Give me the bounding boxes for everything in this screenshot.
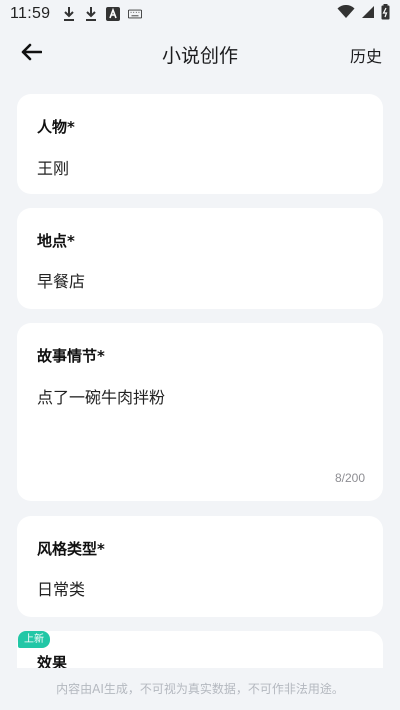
plot-label: 故事情节* bbox=[37, 347, 105, 365]
disclaimer-text: 内容由AI生成，不可视为真实数据，不可作非法用途。 bbox=[0, 668, 400, 710]
history-button[interactable]: 历史 bbox=[350, 43, 382, 67]
plot-textarea[interactable]: 点了一碗牛肉拌粉 bbox=[37, 384, 357, 408]
page-title: 小说创作 bbox=[161, 44, 238, 67]
status-icons-right bbox=[337, 4, 390, 24]
style-card: 风格类型* 日常类 bbox=[17, 516, 383, 617]
status-time: 11:59 bbox=[10, 5, 51, 22]
cellular-signal-icon bbox=[361, 5, 375, 23]
battery-icon bbox=[381, 4, 390, 24]
character-label: 人物* bbox=[37, 118, 75, 136]
character-card: 人物* 王刚 bbox=[17, 94, 383, 194]
location-card: 地点* 早餐店 bbox=[17, 208, 383, 309]
wifi-icon bbox=[337, 4, 355, 23]
keyboard-icon bbox=[128, 6, 143, 22]
download-icon bbox=[62, 6, 76, 22]
location-label: 地点* bbox=[37, 232, 75, 250]
status-bar: 11:59 bbox=[0, 0, 400, 28]
style-label: 风格类型* bbox=[37, 540, 105, 558]
character-field[interactable]: 王刚 bbox=[37, 155, 357, 179]
a-square-icon bbox=[106, 6, 121, 22]
plot-card: 故事情节* 点了一碗牛肉拌粉 8/200 bbox=[17, 323, 383, 501]
download-icon bbox=[84, 6, 98, 22]
arrow-left-icon bbox=[20, 43, 43, 65]
status-icons-left bbox=[62, 6, 143, 22]
new-badge: 上新 bbox=[18, 631, 50, 648]
char-counter: 8/200 bbox=[334, 471, 365, 485]
location-field[interactable]: 早餐店 bbox=[37, 268, 357, 292]
style-selector[interactable]: 日常类 bbox=[37, 576, 357, 600]
back-button[interactable] bbox=[18, 42, 44, 66]
nav-bar: 小说创作 历史 bbox=[0, 32, 400, 76]
